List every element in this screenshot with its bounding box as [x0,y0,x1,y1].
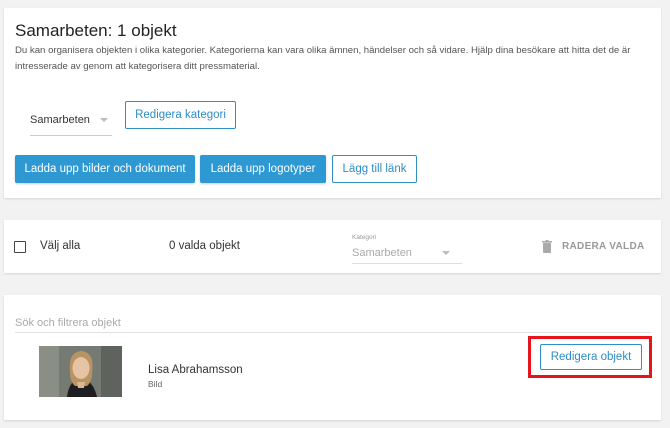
category-dropdown[interactable]: Samarbeten [30,108,112,136]
object-type: Bild [148,379,163,389]
portrait-image [39,346,122,397]
select-all-checkbox[interactable] [14,241,26,253]
category-dropdown-value: Samarbeten [30,114,90,126]
category-filter-select[interactable]: Samarbeten [352,244,462,264]
caret-down-icon [442,251,450,255]
category-filter-label: Kategori [352,234,377,241]
upload-logos-button[interactable]: Ladda upp logotyper [200,155,326,183]
trash-icon [542,240,552,253]
category-header-card: Samarbeten: 1 objekt Du kan organisera o… [4,8,661,198]
category-filter-value: Samarbeten [352,247,412,259]
select-all-label[interactable]: Välj alla [40,240,80,252]
delete-selected-button[interactable]: RADERA VALDA [562,241,645,252]
object-name[interactable]: Lisa Abrahamsson [148,364,243,376]
selection-bar: Välj alla 0 valda objekt Kategori Samarb… [4,220,661,273]
upload-files-button[interactable]: Ladda upp bilder och dokument [15,155,195,183]
page-description: Du kan organisera objekten i olika kateg… [15,45,631,72]
add-link-button[interactable]: Lägg till länk [332,155,417,183]
caret-down-icon [100,118,108,122]
selected-count: 0 valda objekt [169,240,240,252]
edit-category-button[interactable]: Redigera kategori [125,101,236,129]
search-input[interactable] [15,313,651,333]
edit-object-button[interactable]: Redigera objekt [540,344,642,370]
page-title: Samarbeten: 1 objekt [15,21,177,40]
object-thumbnail[interactable] [39,346,122,397]
